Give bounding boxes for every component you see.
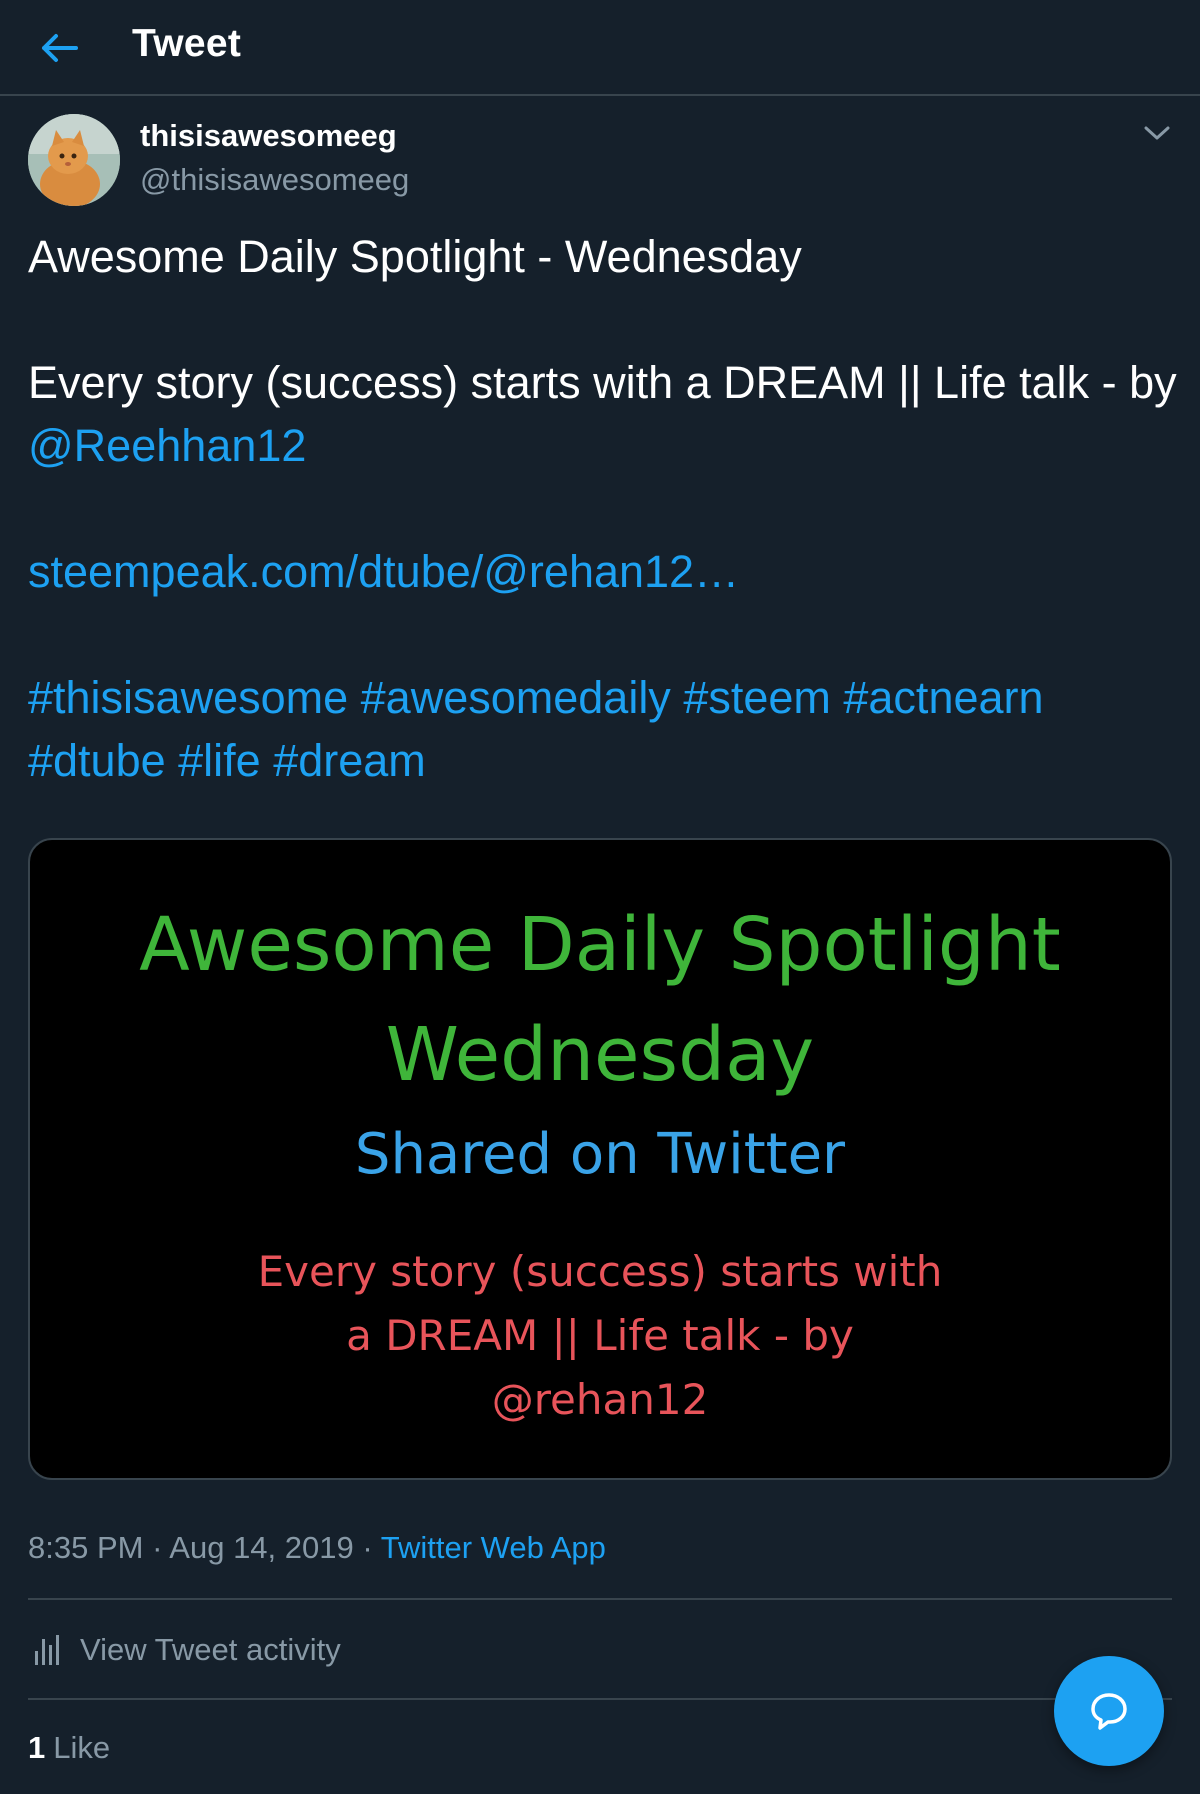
author-handle[interactable]: @thisisawesomeeg bbox=[140, 162, 409, 198]
page-title: Tweet bbox=[132, 22, 242, 65]
likes-number: 1 bbox=[28, 1730, 46, 1765]
media-caption-line1: Every story (success) starts with bbox=[257, 1247, 943, 1296]
mention-link[interactable]: @Reehhan12 bbox=[28, 420, 306, 471]
reply-fab-button[interactable] bbox=[1054, 1656, 1164, 1766]
likes-label: Like bbox=[53, 1730, 111, 1765]
chevron-down-icon bbox=[1144, 126, 1170, 140]
tweet-text: Awesome Daily Spotlight - Wednesday Ever… bbox=[28, 225, 1178, 792]
likes-count[interactable]: 1 Like bbox=[28, 1730, 110, 1766]
tweet-media-image[interactable]: Awesome Daily Spotlight Wednesday Shared… bbox=[28, 838, 1172, 1480]
avatar[interactable] bbox=[28, 114, 120, 206]
media-caption-line2: a DREAM || Life talk - by bbox=[346, 1311, 854, 1360]
kitten-avatar-image bbox=[28, 114, 120, 206]
view-tweet-activity-button[interactable]: View Tweet activity bbox=[34, 1626, 341, 1674]
hashtags[interactable]: #thisisawesome #awesomedaily #steem #act… bbox=[28, 666, 1178, 792]
back-button[interactable] bbox=[36, 26, 84, 70]
tweet-line-title: Awesome Daily Spotlight - Wednesday bbox=[28, 231, 802, 282]
media-caption: Every story (success) starts with a DREA… bbox=[30, 1240, 1170, 1432]
speech-bubble-icon bbox=[1091, 1693, 1127, 1730]
tweet-date: Aug 14, 2019 bbox=[169, 1530, 354, 1565]
tweet-story-text: Every story (success) starts with a DREA… bbox=[28, 357, 1177, 408]
tweet-source-link[interactable]: Twitter Web App bbox=[381, 1530, 606, 1565]
view-tweet-activity-label: View Tweet activity bbox=[80, 1632, 341, 1667]
divider bbox=[28, 1698, 1172, 1700]
tweet-meta: 8:35 PM · Aug 14, 2019 · Twitter Web App bbox=[28, 1530, 606, 1566]
arrow-left-icon bbox=[42, 34, 78, 62]
bar-chart-icon bbox=[35, 1635, 59, 1665]
media-title-line1: Awesome Daily Spotlight bbox=[139, 902, 1061, 988]
media-title-line2: Wednesday bbox=[385, 1012, 815, 1098]
meta-separator: · bbox=[353, 1530, 381, 1565]
media-caption-line3: @rehan12 bbox=[491, 1375, 709, 1424]
media-subtitle: Shared on Twitter bbox=[354, 1122, 846, 1187]
author-display-name[interactable]: thisisawesomeeg bbox=[140, 118, 397, 154]
meta-separator: · bbox=[143, 1530, 170, 1565]
divider bbox=[28, 1598, 1172, 1600]
tweet-time: 8:35 PM bbox=[28, 1530, 144, 1565]
tweet-line-story: Every story (success) starts with a DREA… bbox=[28, 351, 1178, 477]
more-options-button[interactable] bbox=[1140, 118, 1174, 148]
url-link[interactable]: steempeak.com/dtube/@rehan12… bbox=[28, 540, 1178, 603]
top-bar: Tweet bbox=[0, 0, 1200, 96]
